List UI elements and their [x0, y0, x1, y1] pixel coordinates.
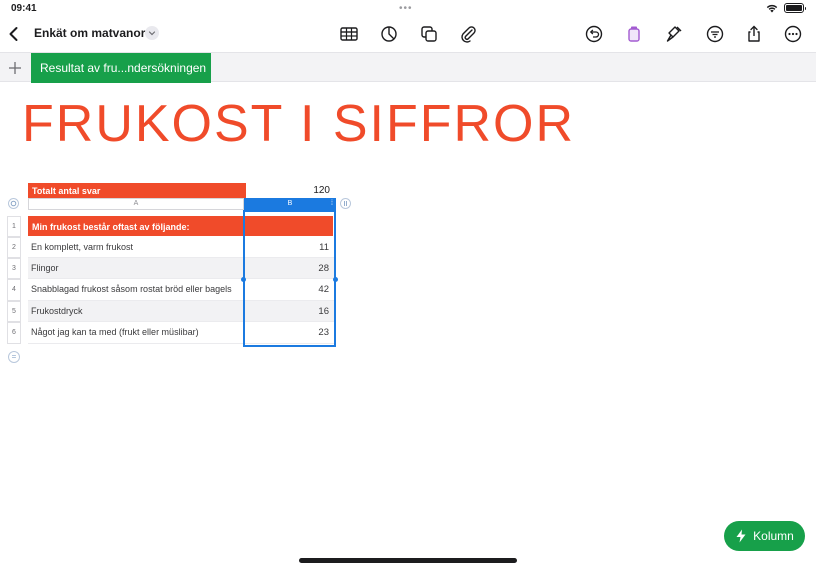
lightning-icon [736, 529, 746, 543]
selection-handle-right[interactable] [333, 277, 338, 282]
toolbar: Enkät om matvanor [0, 18, 816, 52]
table-icon[interactable] [338, 23, 360, 45]
summary-value[interactable]: 120 [246, 183, 334, 199]
status-bar: 09:41 ••• [0, 0, 816, 18]
column-grip-icon[interactable]: ⁞ [331, 198, 333, 210]
share-icon[interactable] [743, 23, 765, 45]
row-label[interactable]: Något jag kan ta med (frukt eller müslib… [31, 327, 199, 337]
row-number[interactable]: 2 [7, 237, 21, 258]
status-time: 09:41 [11, 3, 37, 14]
row-label[interactable]: En komplett, varm frukost [31, 242, 133, 252]
add-sheet-button[interactable] [6, 59, 24, 77]
more-icon[interactable] [782, 23, 804, 45]
format-paintbrush-icon[interactable] [623, 23, 645, 45]
row-label[interactable]: Flingor [31, 263, 59, 273]
row-number[interactable]: 6 [7, 322, 21, 344]
paperclip-icon[interactable] [457, 23, 479, 45]
add-row-handle[interactable]: = [8, 351, 20, 363]
column-header-a[interactable]: A [28, 198, 244, 210]
column-selection-frame [243, 210, 336, 347]
row-number[interactable]: 5 [7, 301, 21, 322]
shapes-icon[interactable] [418, 23, 440, 45]
undo-icon[interactable] [583, 23, 605, 45]
plus-icon [9, 62, 21, 74]
wifi-icon [766, 4, 778, 13]
sheet-tab-bar: Resultat av fru...ndersökningen [0, 52, 816, 83]
summary-label[interactable]: Totalt antal svar [28, 183, 246, 199]
column-header-b-label: B [287, 200, 293, 207]
row-number[interactable]: 1 [7, 216, 21, 237]
page-title[interactable]: FRUKOST I SIFFROR [22, 94, 575, 154]
filter-icon[interactable] [704, 23, 726, 45]
status-indicators [766, 3, 806, 13]
column-header-b[interactable]: B ⁞ [244, 198, 336, 210]
document-title[interactable]: Enkät om matvanor [34, 26, 145, 40]
chevron-down-icon[interactable] [145, 26, 159, 40]
sheet-tab-resultat[interactable]: Resultat av fru...ndersökningen [31, 53, 211, 83]
row-number[interactable]: 3 [7, 258, 21, 279]
home-indicator[interactable] [299, 558, 517, 563]
row-number[interactable]: 4 [7, 279, 21, 301]
back-chevron-icon[interactable] [3, 23, 25, 45]
multitasking-dots[interactable]: ••• [399, 3, 413, 14]
column-action-button[interactable]: Kolumn [724, 521, 805, 551]
battery-icon [784, 3, 806, 13]
format-icon[interactable] [663, 23, 685, 45]
chart-icon[interactable] [378, 23, 400, 45]
table-select-handle[interactable] [8, 198, 19, 209]
row-label[interactable]: Snabblagad frukost såsom rostat bröd ell… [31, 284, 232, 294]
row-label[interactable]: Frukostdryck [31, 306, 83, 316]
selection-handle-left[interactable] [241, 277, 246, 282]
add-column-handle[interactable] [340, 198, 351, 209]
column-action-label: Kolumn [753, 529, 794, 543]
